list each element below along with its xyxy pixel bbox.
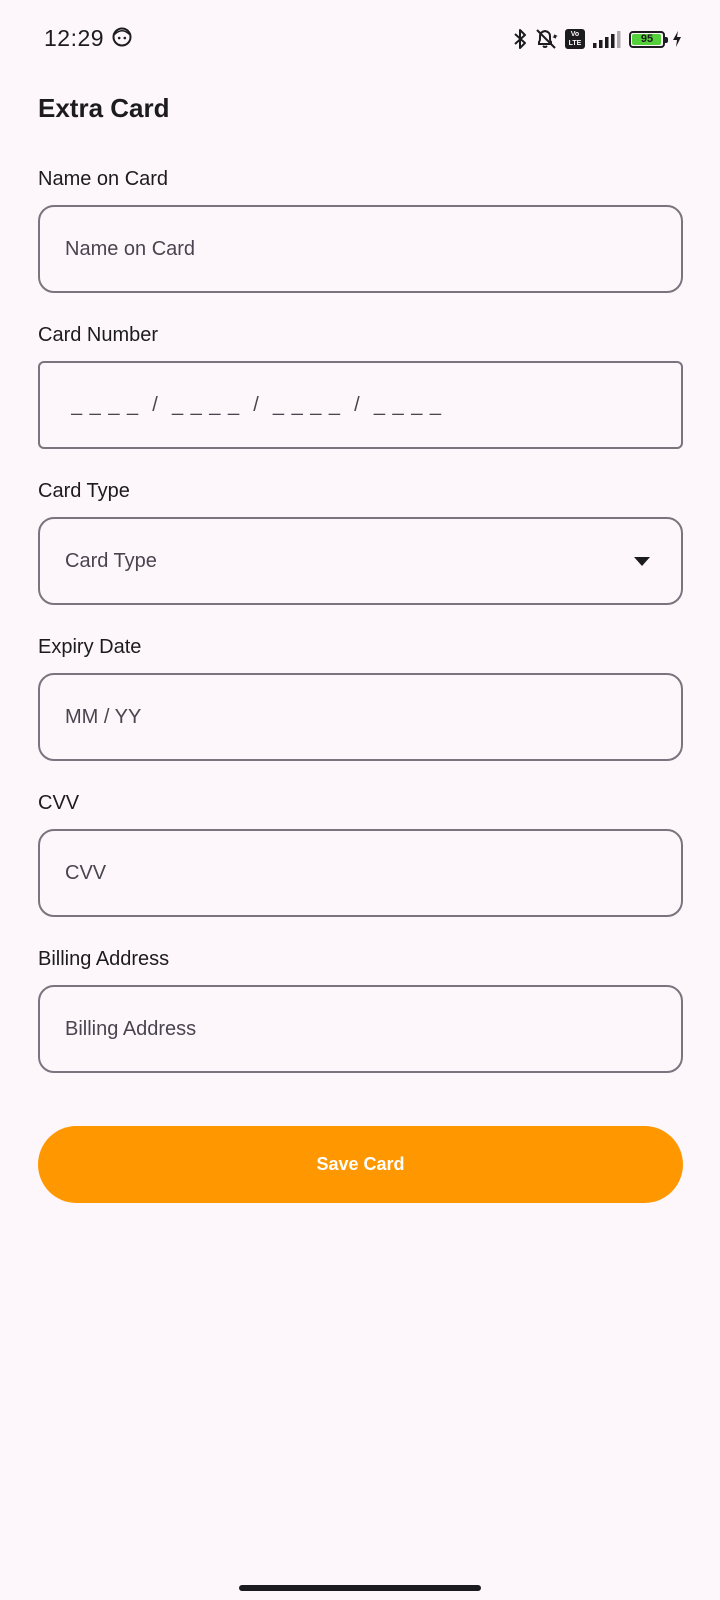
bluetooth-icon — [513, 28, 527, 50]
cvv-label: CVV — [38, 792, 80, 814]
billing-address-input[interactable] — [65, 1017, 656, 1041]
gesture-nav-handle[interactable] — [239, 1585, 481, 1591]
name-on-card-input[interactable] — [65, 237, 656, 261]
expiry-date-field[interactable] — [38, 673, 683, 761]
card-type-dropdown[interactable]: Card Type — [38, 517, 683, 605]
expiry-date-input[interactable] — [65, 705, 656, 729]
cvv-field[interactable] — [38, 829, 683, 917]
cvv-input[interactable] — [65, 861, 656, 885]
name-on-card-label: Name on Card — [38, 168, 169, 190]
card-number-field[interactable] — [38, 361, 683, 449]
status-bar: 12:29 Vo LTE 95 — [0, 0, 720, 80]
card-type-label: Card Type — [38, 480, 130, 502]
battery-level: 95 — [640, 32, 654, 45]
status-icons: Vo LTE 95 — [513, 24, 682, 54]
card-type-selected: Card Type — [65, 549, 157, 572]
volte-bottom-text: LTE — [568, 40, 582, 47]
page-title: Extra Card — [38, 93, 170, 123]
signal-icon — [592, 29, 622, 49]
volte-icon: Vo LTE — [565, 29, 585, 49]
charging-icon — [672, 31, 682, 47]
save-card-button[interactable]: Save Card — [38, 1126, 683, 1203]
status-time: 12:29 — [44, 25, 105, 51]
billing-address-field[interactable] — [38, 985, 683, 1073]
expiry-date-label: Expiry Date — [38, 636, 142, 658]
name-on-card-field[interactable] — [38, 205, 683, 293]
vibrate-off-icon — [534, 27, 558, 51]
volte-top-text: Vo — [570, 31, 580, 38]
billing-address-label: Billing Address — [38, 948, 170, 970]
battery-icon: 95 — [629, 30, 668, 48]
dropdown-arrow-icon[interactable] — [634, 556, 650, 566]
card-number-label: Card Number — [38, 324, 159, 346]
card-number-input[interactable] — [65, 393, 656, 417]
face-icon — [112, 27, 132, 47]
